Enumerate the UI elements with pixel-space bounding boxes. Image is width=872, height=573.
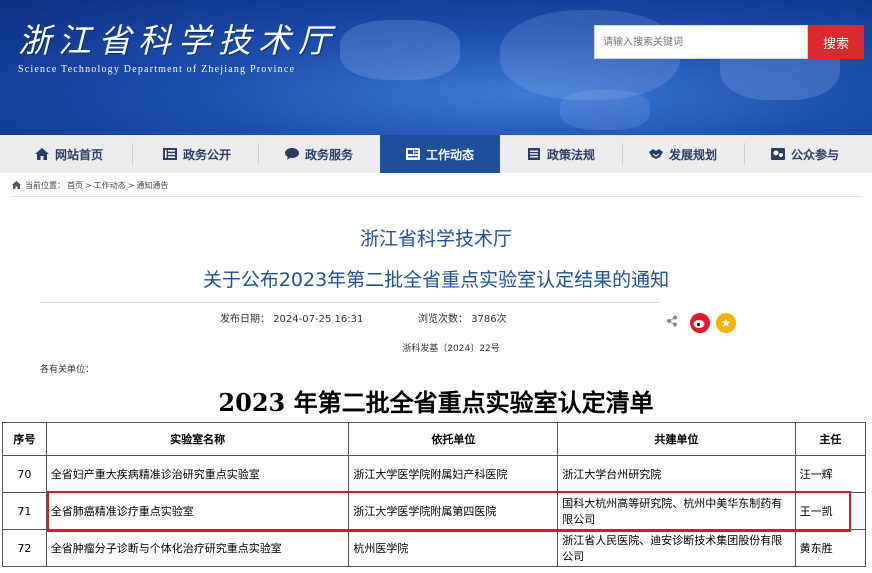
- people-icon: [770, 148, 785, 160]
- nav-item-policy[interactable]: 政策法规: [502, 135, 620, 173]
- qzone-share-icon[interactable]: ★: [716, 313, 736, 333]
- cell-host-unit: 杭州医学院: [348, 529, 559, 567]
- site-title: 浙江省科学技术厅: [18, 21, 338, 60]
- col-header-partner: 共建单位: [557, 422, 796, 456]
- cell-director: 汪一辉: [794, 455, 867, 493]
- header-banner: 浙江省科学技术厅 Science Technology Department o…: [0, 0, 872, 135]
- nav-item-gov-info[interactable]: 政务公开: [138, 135, 256, 173]
- nav-item-label: 政务服务: [304, 147, 353, 162]
- weibo-share-icon[interactable]: [690, 313, 710, 333]
- handshake-icon: [648, 149, 663, 159]
- table-header-row: 序号 实验室名称 依托单位 共建单位 主任: [2, 422, 867, 456]
- cell-host-unit: 浙江大学医学院附属妇产科医院: [348, 455, 559, 493]
- divider: [40, 302, 660, 303]
- cell-lab-name: 全省肿瘤分子诊断与个体化治疗研究重点实验室: [45, 529, 350, 567]
- addressee: 各有关单位：: [40, 365, 95, 375]
- breadcrumb-link-notices[interactable]: 通知通告: [136, 180, 168, 191]
- search-input[interactable]: [594, 25, 808, 59]
- publish-date: 发布日期： 2024-07-25 16:31: [220, 310, 363, 325]
- view-count: 浏览次数： 3786次: [418, 310, 507, 325]
- nav-item-work-news[interactable]: 工作动态: [380, 135, 500, 173]
- article-title: 关于公布2023年第二批全省重点实验室认定结果的通知: [202, 269, 670, 291]
- col-header-host-unit: 依托单位: [348, 422, 559, 456]
- news-icon: [405, 148, 420, 160]
- nav-divider: [744, 143, 745, 165]
- nav-item-gov-service[interactable]: 政务服务: [260, 135, 378, 173]
- lab-list-table: 序号 实验室名称 依托单位 共建单位 主任 70 全省妇产重大疾病精准诊治研究重…: [2, 422, 867, 567]
- main-nav: 网站首页 政务公开 政务服务 工作动态 政策法规 发展规划 公众参与: [0, 135, 872, 173]
- publish-label: 发布日期：: [220, 314, 270, 325]
- table-row: 72 全省肿瘤分子诊断与个体化治疗研究重点实验室 杭州医学院 浙江省人民医院、迪…: [2, 529, 867, 567]
- cell-host-unit: 浙江大学医学院附属第四医院: [348, 492, 559, 530]
- doc-icon: [527, 148, 540, 160]
- table-row: 71 全省肺癌精准诊疗重点实验室 浙江大学医学院附属第四医院 国科大杭州高等研究…: [2, 492, 867, 530]
- world-map-graphic: [300, 0, 872, 135]
- share-icon[interactable]: [666, 315, 678, 327]
- cell-director: 王一凯: [794, 492, 867, 530]
- chat-icon: [284, 148, 299, 160]
- nav-item-home[interactable]: 网站首页: [12, 135, 126, 173]
- cell-no: 70: [2, 455, 47, 493]
- views-label: 浏览次数：: [418, 314, 468, 325]
- nav-item-planning[interactable]: 发展规划: [624, 135, 742, 173]
- breadcrumb: 当前位置： 首页 > 工作动态 > 通知通告: [12, 174, 862, 197]
- nav-divider: [622, 143, 623, 165]
- views-value: 3786次: [471, 314, 507, 325]
- search-button[interactable]: 搜索: [808, 25, 864, 59]
- nav-divider: [132, 143, 133, 165]
- table-row: 70 全省妇产重大疾病精准诊治研究重点实验室 浙江大学医学院附属妇产科医院 浙江…: [2, 455, 867, 493]
- cell-partner: 浙江大学台州研究院: [557, 455, 796, 493]
- cell-no: 72: [2, 529, 47, 567]
- cell-lab-name: 全省肺癌精准诊疗重点实验室: [45, 492, 350, 530]
- nav-item-label: 公众参与: [790, 147, 839, 162]
- breadcrumb-link-home[interactable]: 首页: [67, 180, 83, 191]
- col-header-director: 主任: [794, 422, 867, 456]
- list-icon: [162, 148, 177, 160]
- cell-director: 黄东胜: [794, 529, 867, 567]
- cell-partner: 国科大杭州高等研究院、杭州中美华东制药有限公司: [557, 492, 796, 530]
- nav-item-label: 发展规划: [668, 147, 717, 162]
- breadcrumb-link-work-news[interactable]: 工作动态: [94, 180, 126, 191]
- list-title: 2023 年第二批全省重点实验室认定清单: [218, 388, 654, 417]
- col-header-lab-name: 实验室名称: [45, 422, 350, 456]
- nav-item-label: 工作动态: [425, 147, 474, 162]
- nav-item-label: 政务公开: [182, 147, 231, 162]
- cell-lab-name: 全省妇产重大疾病精准诊治研究重点实验室: [45, 455, 350, 493]
- breadcrumb-prefix: 当前位置：: [25, 180, 65, 190]
- article-org: 浙江省科学技术厅: [359, 228, 512, 250]
- nav-item-label: 政策法规: [546, 147, 595, 162]
- nav-item-public-participation[interactable]: 公众参与: [746, 135, 864, 173]
- cell-no: 71: [2, 492, 47, 530]
- site-subtitle: Science Technology Department of Zhejian…: [18, 64, 296, 75]
- nav-item-label: 网站首页: [54, 147, 103, 162]
- home-icon: [12, 181, 21, 189]
- col-header-no: 序号: [2, 422, 47, 456]
- document-number: 浙科发基〔2024〕22号: [402, 344, 500, 354]
- nav-divider: [258, 143, 259, 165]
- home-icon: [34, 148, 49, 160]
- cell-partner: 浙江省人民医院、迪安诊断技术集团股份有限公司: [557, 529, 796, 567]
- publish-date-value: 2024-07-25 16:31: [273, 314, 364, 325]
